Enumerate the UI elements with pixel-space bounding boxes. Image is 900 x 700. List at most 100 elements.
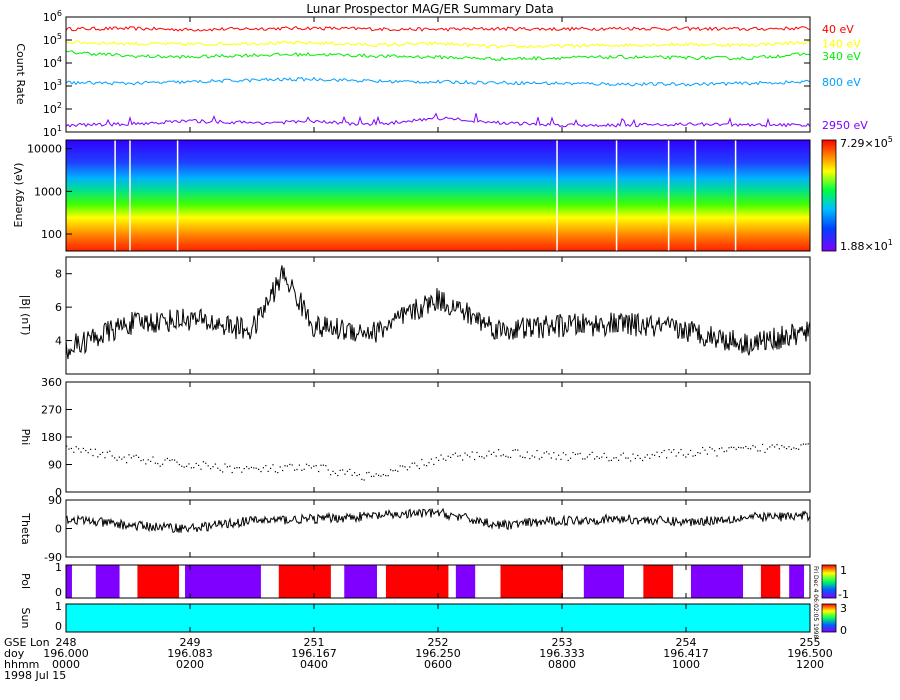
phi-point — [90, 448, 92, 450]
phi-point — [567, 459, 569, 462]
phi-point — [322, 464, 324, 466]
phi-point — [490, 453, 492, 455]
phi-point — [442, 458, 444, 460]
phi-point — [118, 456, 120, 458]
phi-point — [198, 464, 200, 467]
phi-point — [502, 454, 504, 456]
phi-point — [142, 459, 144, 461]
phi-point — [82, 447, 84, 450]
phi-point — [488, 450, 490, 452]
phi-point — [440, 454, 442, 456]
phi-point — [279, 466, 281, 468]
phi-point — [795, 448, 797, 450]
phi-point — [462, 459, 464, 461]
phi-point — [339, 469, 341, 471]
phi-point — [342, 469, 344, 471]
phi-point — [570, 457, 572, 459]
phi-point — [656, 451, 658, 453]
phi-point — [649, 457, 651, 459]
energy-ylabel: Energy (eV) — [12, 163, 25, 228]
phi-point — [627, 457, 629, 459]
ytick-label: 103 — [43, 78, 62, 93]
legend-label: 800 eV — [822, 76, 861, 89]
phi-point — [514, 449, 516, 451]
phi-point — [790, 448, 792, 450]
phi-point — [126, 462, 128, 464]
phi-ylabel: Phi — [19, 429, 32, 446]
phi-point — [718, 448, 720, 450]
phi-point — [315, 465, 317, 467]
phi-point — [757, 450, 759, 452]
phi-point — [735, 448, 737, 450]
phi-point — [380, 475, 382, 477]
phi-point — [236, 467, 238, 469]
phi-point — [145, 463, 147, 465]
sun-colorbar — [821, 603, 837, 633]
phi-point — [147, 459, 149, 461]
ytick-label: 10000 — [27, 143, 62, 156]
phi-point — [399, 465, 401, 467]
phi-point — [306, 463, 308, 465]
phi-point — [447, 455, 449, 457]
phi-point — [786, 448, 788, 450]
phi-point — [752, 445, 754, 447]
phi-point — [807, 443, 809, 445]
phi-point — [754, 446, 756, 448]
ytick-label: 101 — [43, 124, 62, 139]
phi-point — [714, 450, 716, 452]
field-magnitude-panel: 4 6 8 |B| (nT) — [19, 256, 811, 375]
phi-point — [543, 452, 545, 454]
phi-point — [651, 454, 653, 456]
phi-point — [344, 473, 346, 475]
summary-figure: Lunar Prospector MAG/ER Summary Data 101… — [4, 2, 893, 682]
ytick-label: 1 — [55, 600, 62, 613]
phi-point — [747, 447, 749, 450]
phi-point — [699, 452, 701, 454]
phi-point — [478, 455, 480, 458]
phi-point — [154, 462, 156, 464]
phi-point — [73, 451, 75, 453]
phi-point — [243, 468, 245, 470]
phi-point — [759, 450, 761, 452]
phi-point — [303, 468, 305, 470]
ytick-label: 360 — [41, 376, 62, 389]
phi-point — [337, 474, 339, 477]
phi-point — [618, 459, 620, 461]
phi-point — [466, 454, 468, 456]
phi-point — [214, 463, 216, 465]
phi-point — [579, 452, 581, 455]
phi-point — [219, 469, 221, 471]
phi-point — [716, 455, 718, 457]
phi-point — [574, 453, 576, 456]
ytick-label: 102 — [43, 101, 62, 116]
phi-point — [742, 447, 744, 449]
phi-point — [97, 456, 99, 458]
phi-point — [531, 455, 533, 457]
count-rate-trace — [66, 40, 810, 49]
phi-point — [296, 468, 298, 471]
phi-point — [486, 455, 488, 457]
phi-point — [733, 446, 735, 449]
phi-point — [87, 452, 89, 454]
phi-point — [289, 463, 291, 466]
phi-point — [762, 443, 764, 446]
phi-point — [116, 459, 118, 461]
phi-point — [109, 450, 111, 452]
phi-point — [658, 455, 660, 458]
phi-point — [106, 451, 108, 453]
phi-point — [776, 444, 778, 446]
theta-trace — [66, 507, 810, 533]
phi-point — [505, 455, 507, 457]
ytick-label: 90 — [48, 494, 62, 507]
phi-point — [78, 448, 80, 450]
field-ylabel: |B| (nT) — [19, 295, 32, 336]
count-rate-trace — [66, 50, 810, 62]
phi-point — [356, 474, 358, 477]
phi-point — [438, 459, 440, 462]
phi-point — [642, 459, 644, 462]
phi-point — [450, 456, 452, 459]
phi-point — [174, 459, 176, 461]
phi-point — [224, 463, 226, 465]
phi-point — [519, 455, 521, 457]
phi-point — [114, 457, 116, 459]
